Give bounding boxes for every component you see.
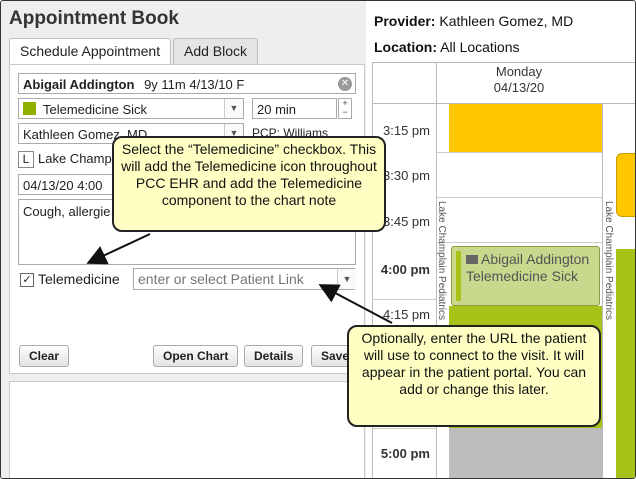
appointment-color-bar	[456, 251, 461, 301]
slot-divider	[437, 197, 602, 198]
telemedicine-video-icon	[466, 255, 478, 264]
patient-name: Abigail Addington	[23, 77, 135, 92]
time-divider	[372, 428, 436, 429]
provider-header-label: Provider:	[374, 13, 436, 29]
provider-header: Provider: Kathleen Gomez, MD	[374, 13, 573, 29]
clear-patient-icon[interactable]: ✕	[338, 77, 352, 91]
duration-stepper[interactable]: + −	[338, 98, 352, 119]
telemedicine-checkbox[interactable]: ✓	[20, 273, 34, 287]
time-label: 4:00 pm	[380, 262, 430, 277]
location-header-value: All Locations	[440, 39, 520, 55]
day-name: Monday	[495, 64, 543, 79]
column-label-right: Lake Champlain Pediatrics	[603, 201, 614, 320]
tab-add-block[interactable]: Add Block	[173, 38, 259, 64]
left-pane: Appointment Book Schedule Appointment Ad…	[1, 1, 366, 478]
provider-header-value: Kathleen Gomez, MD	[439, 13, 574, 29]
location-header: Location: All Locations	[374, 39, 520, 55]
appointment-card[interactable]: Abigail Addington Telemedicine Sick	[451, 246, 600, 306]
slot-divider	[437, 242, 602, 243]
slot-block-yellow-right[interactable]	[616, 153, 635, 217]
patient-link-input[interactable]	[133, 268, 355, 290]
slot-block-green-right[interactable]	[616, 249, 635, 478]
location-code-badge: L	[18, 151, 34, 168]
slot-divider	[437, 152, 602, 153]
location-value[interactable]: Lake Champl	[38, 151, 115, 166]
appointment-name: Abigail Addington	[481, 251, 590, 267]
patient-field[interactable]: Abigail Addington 9y 11m 4/13/10 F ✕	[18, 73, 356, 94]
page-title: Appointment Book	[9, 8, 179, 29]
clear-button[interactable]: Clear	[19, 345, 70, 367]
patient-link-callout: Optionally, enter the URL the patient wi…	[347, 325, 601, 427]
duration-value: 20 min	[257, 102, 297, 117]
appointment-type-value: Telemedicine Sick	[43, 102, 148, 117]
slot-block-gray[interactable]	[449, 428, 602, 478]
chevron-down-icon[interactable]: ▼	[337, 269, 356, 289]
time-label: 4:15 pm	[383, 307, 430, 322]
telemedicine-label[interactable]: Telemedicine	[38, 271, 120, 287]
time-label: 5:00 pm	[380, 446, 430, 461]
appointment-type: Telemedicine Sick	[466, 268, 579, 284]
details-button[interactable]: Details	[244, 345, 304, 367]
day-date: 04/13/20	[493, 80, 545, 95]
lower-panel	[9, 381, 365, 478]
day-header: Monday 04/13/20	[436, 64, 602, 96]
duration-field[interactable]: 20 min	[252, 98, 337, 119]
tab-schedule-appointment[interactable]: Schedule Appointment	[9, 38, 172, 65]
column-label: Lake Champlain Pediatrics	[436, 201, 447, 320]
chevron-down-icon: ▼	[224, 99, 243, 118]
location-header-label: Location:	[374, 39, 437, 55]
time-divider	[372, 299, 436, 300]
open-chart-button[interactable]: Open Chart	[153, 345, 239, 367]
appointment-type-select[interactable]: Telemedicine Sick ▼	[18, 98, 244, 119]
patient-details: 9y 11m 4/13/10 F	[144, 77, 245, 92]
telemedicine-callout: Select the “Telemedicine” checkbox. This…	[112, 136, 386, 232]
slot-block-yellow[interactable]	[449, 104, 602, 152]
appointment-type-color-swatch	[23, 102, 36, 115]
